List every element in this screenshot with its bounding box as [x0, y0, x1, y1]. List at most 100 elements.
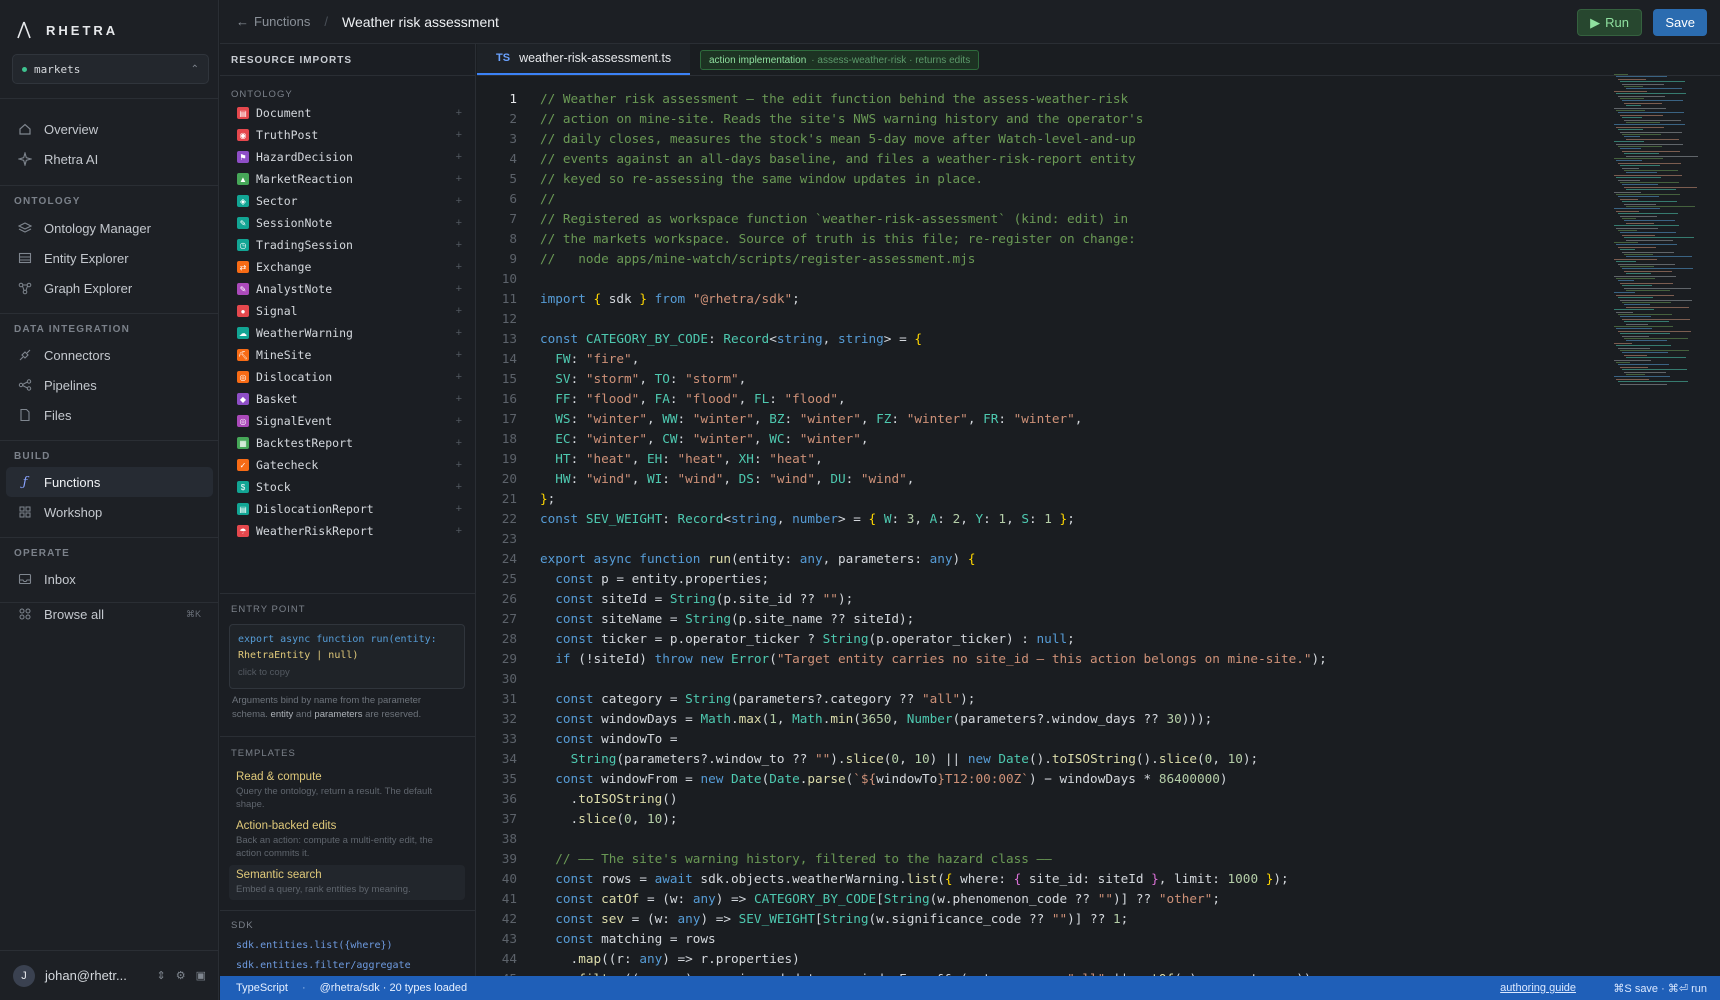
- ontology-object-item[interactable]: ✎ AnalystNote +: [237, 278, 462, 300]
- ontology-object-item[interactable]: ✓ Gatecheck +: [237, 454, 462, 476]
- workspace-status-dot: [22, 66, 27, 72]
- ontology-object-item[interactable]: ◎ SignalEvent +: [237, 410, 462, 432]
- nav-graph-explorer[interactable]: Graph Explorer: [6, 273, 213, 303]
- ontology-object-item[interactable]: ▤ DislocationReport +: [237, 498, 462, 520]
- add-import-icon[interactable]: +: [456, 305, 462, 317]
- function-icon: ƒ: [22, 474, 28, 490]
- object-type-name: DislocationReport: [256, 502, 374, 516]
- ontology-object-item[interactable]: ▲ MarketReaction +: [237, 168, 462, 190]
- sdk-snippet[interactable]: sdk.entities.list({where}): [236, 940, 393, 951]
- ontology-object-item[interactable]: ◷ TradingSession +: [237, 234, 462, 256]
- ontology-object-item[interactable]: ⚑ HazardDecision +: [237, 146, 462, 168]
- nav-rhetra-ai[interactable]: Rhetra AI: [6, 144, 213, 174]
- minimap-line: [1614, 74, 1628, 75]
- object-type-icon: ✎: [237, 283, 249, 295]
- minimap-line: [1624, 102, 1662, 104]
- file-icon: [18, 408, 32, 422]
- nav-functions[interactable]: ƒ Functions: [6, 467, 213, 497]
- ontology-object-item[interactable]: ▦ BacktestReport +: [237, 432, 462, 454]
- nav-ontology-manager[interactable]: Ontology Manager: [6, 213, 213, 243]
- add-import-icon[interactable]: +: [456, 481, 462, 493]
- object-type-icon: ☂: [237, 525, 249, 537]
- add-import-icon[interactable]: +: [456, 283, 462, 295]
- template-semantic-search[interactable]: Semantic search Embed a query, rank enti…: [229, 865, 465, 900]
- entry-note-parameters: parameters: [314, 709, 363, 720]
- brand[interactable]: RHETRA: [16, 20, 118, 40]
- minimap-line: [1616, 143, 1683, 145]
- user-menu[interactable]: J johan@rhetr... ⇕ ⚙ ▣: [0, 950, 219, 1000]
- code-line: 37 .slice(0, 10);: [501, 810, 678, 826]
- status-language[interactable]: TypeScript: [236, 982, 288, 994]
- ontology-object-item[interactable]: ✎ SessionNote +: [237, 212, 462, 234]
- object-type-name: TruthPost: [256, 128, 319, 142]
- code-line: 38: [501, 830, 517, 846]
- sidebar-toggle-icon[interactable]: ▣: [196, 969, 206, 982]
- add-import-icon[interactable]: +: [456, 371, 462, 383]
- ontology-object-item[interactable]: ◉ TruthPost +: [237, 124, 462, 146]
- minimap-line: [1620, 232, 1676, 234]
- nav-workshop[interactable]: Workshop: [6, 497, 213, 527]
- workspace-selector[interactable]: markets ⌃: [12, 54, 209, 84]
- object-type-icon: ◆: [237, 393, 249, 405]
- nav-browse-all[interactable]: Browse all ⌘K: [6, 599, 213, 629]
- add-import-icon[interactable]: +: [456, 415, 462, 427]
- add-import-icon[interactable]: +: [456, 437, 462, 449]
- code-line: 35 const windowFrom = new Date(Date.pars…: [501, 770, 1228, 786]
- ontology-object-item[interactable]: ◆ Basket +: [237, 388, 462, 410]
- settings-icon[interactable]: ⚙: [176, 969, 186, 982]
- nav-connectors[interactable]: Connectors: [6, 340, 213, 370]
- minimap-line: [1624, 338, 1688, 339]
- code-line: 32 const windowDays = Math.max(1, Math.m…: [501, 710, 1213, 726]
- code-editor[interactable]: TS weather-risk-assessment.ts action imp…: [477, 44, 1720, 976]
- template-description: Embed a query, rank entities by meaning.: [236, 884, 411, 895]
- add-import-icon[interactable]: +: [456, 349, 462, 361]
- tab-weather-risk-assessment[interactable]: TS weather-risk-assessment.ts: [477, 44, 691, 75]
- ontology-object-item[interactable]: ▤ Document +: [237, 102, 462, 124]
- authoring-guide-link[interactable]: authoring guide: [1500, 982, 1576, 994]
- ontology-object-item[interactable]: ◎ Dislocation +: [237, 366, 462, 388]
- minimap-line: [1626, 172, 1657, 174]
- add-import-icon[interactable]: +: [456, 393, 462, 405]
- ontology-object-item[interactable]: $ Stock +: [237, 476, 462, 498]
- nav-entity-explorer[interactable]: Entity Explorer: [6, 243, 213, 273]
- sdk-snippet[interactable]: sdk.entities.filter/aggregate: [236, 960, 411, 971]
- nav-files[interactable]: Files: [6, 400, 213, 430]
- entry-point-snippet[interactable]: export async function run(entity: Rhetra…: [229, 624, 465, 689]
- minimap-line: [1626, 206, 1695, 207]
- minimap-line: [1618, 330, 1691, 332]
- rhetra-logo-icon: [17, 21, 31, 39]
- add-import-icon[interactable]: +: [456, 173, 462, 185]
- minimap-line: [1618, 347, 1650, 349]
- save-button[interactable]: Save: [1653, 9, 1707, 36]
- editor-minimap[interactable]: [1610, 74, 1720, 414]
- ontology-object-item[interactable]: ⛏ MineSite +: [237, 344, 462, 366]
- add-import-icon[interactable]: +: [456, 217, 462, 229]
- minimap-line: [1626, 374, 1645, 375]
- add-import-icon[interactable]: +: [456, 151, 462, 163]
- add-import-icon[interactable]: +: [456, 327, 462, 339]
- breadcrumb-back[interactable]: ← Functions: [236, 14, 310, 29]
- add-import-icon[interactable]: +: [456, 239, 462, 251]
- nav-overview[interactable]: Overview: [6, 114, 213, 144]
- chevron-updown-icon[interactable]: ⇕: [157, 969, 166, 982]
- ontology-object-item[interactable]: ◈ Sector +: [237, 190, 462, 212]
- template-action-backed-edits[interactable]: Action-backed edits Back an action: comp…: [229, 816, 465, 864]
- add-import-icon[interactable]: +: [456, 129, 462, 141]
- add-import-icon[interactable]: +: [456, 107, 462, 119]
- add-import-icon[interactable]: +: [456, 195, 462, 207]
- nav-inbox[interactable]: Inbox: [6, 564, 213, 594]
- minimap-line: [1622, 150, 1680, 152]
- ontology-object-item[interactable]: ● Signal +: [237, 300, 462, 322]
- ontology-object-item[interactable]: ☁ WeatherWarning +: [237, 322, 462, 344]
- minimap-line: [1616, 76, 1667, 78]
- run-button[interactable]: ▶ Run: [1577, 9, 1642, 36]
- add-import-icon[interactable]: +: [456, 459, 462, 471]
- nav-pipelines[interactable]: Pipelines: [6, 370, 213, 400]
- ontology-object-item[interactable]: ⇄ Exchange +: [237, 256, 462, 278]
- add-import-icon[interactable]: +: [456, 503, 462, 515]
- app-window: RHETRA markets ⌃ Overview Rhetra AI ONTO…: [0, 0, 1720, 1000]
- template-read-compute[interactable]: Read & compute Query the ontology, retur…: [229, 767, 465, 815]
- add-import-icon[interactable]: +: [456, 261, 462, 273]
- add-import-icon[interactable]: +: [456, 525, 462, 537]
- ontology-object-item[interactable]: ☂ WeatherRiskReport +: [237, 520, 462, 542]
